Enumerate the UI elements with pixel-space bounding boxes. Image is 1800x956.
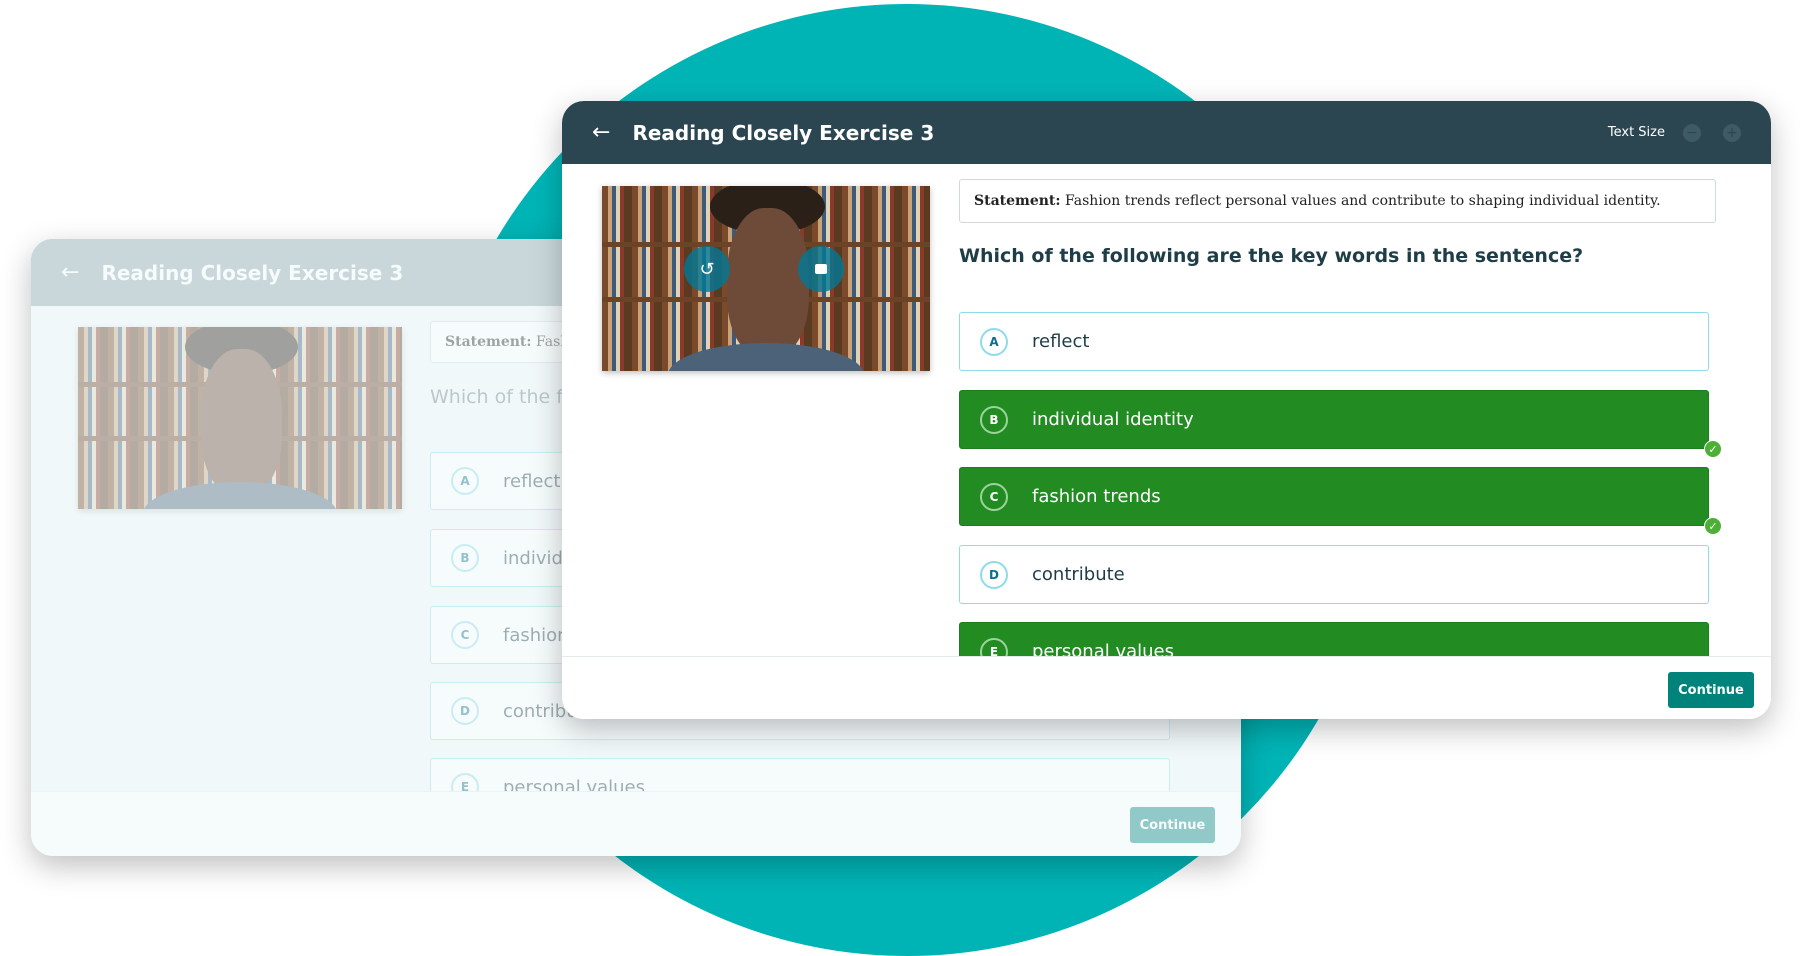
back-arrow-icon[interactable]: ← bbox=[61, 260, 79, 285]
exercise-window: ← Reading Closely Exercise 3 Text Size −… bbox=[562, 101, 1771, 719]
option-letter: B bbox=[451, 544, 479, 572]
option-letter: A bbox=[451, 467, 479, 495]
option-b[interactable]: Bindividual identity ✓ bbox=[959, 390, 1722, 458]
option-letter: E bbox=[980, 637, 1008, 656]
continue-button[interactable]: Continue bbox=[1668, 672, 1754, 708]
option-label: reflect bbox=[1032, 331, 1090, 352]
option-label: fashion trends bbox=[1032, 486, 1161, 507]
option-d[interactable]: Dcontribute bbox=[959, 545, 1709, 604]
option-letter: D bbox=[451, 697, 479, 725]
footer: Continue bbox=[31, 791, 1241, 856]
check-icon: ✓ bbox=[1704, 517, 1722, 535]
option-letter: C bbox=[451, 621, 479, 649]
option-label: personal values bbox=[1032, 641, 1174, 656]
option-label: individual identity bbox=[1032, 409, 1194, 430]
check-icon: ✓ bbox=[1704, 440, 1722, 458]
footer: Continue bbox=[562, 656, 1771, 719]
option-letter: D bbox=[980, 560, 1008, 589]
option-label: contribute bbox=[1032, 564, 1125, 585]
option-letter: A bbox=[980, 327, 1008, 356]
continue-button[interactable]: Continue bbox=[1130, 807, 1215, 843]
option-a[interactable]: Areflect bbox=[959, 312, 1709, 371]
page-title: Reading Closely Exercise 3 bbox=[101, 260, 404, 285]
video-player[interactable] bbox=[78, 327, 402, 509]
option-letter: C bbox=[980, 482, 1008, 511]
option-label: reflect bbox=[503, 470, 561, 492]
statement-label: Statement: bbox=[445, 334, 532, 350]
option-letter: B bbox=[980, 405, 1008, 434]
option-e[interactable]: Epersonal values bbox=[959, 622, 1709, 656]
option-c[interactable]: Cfashion trends ✓ bbox=[959, 467, 1722, 535]
